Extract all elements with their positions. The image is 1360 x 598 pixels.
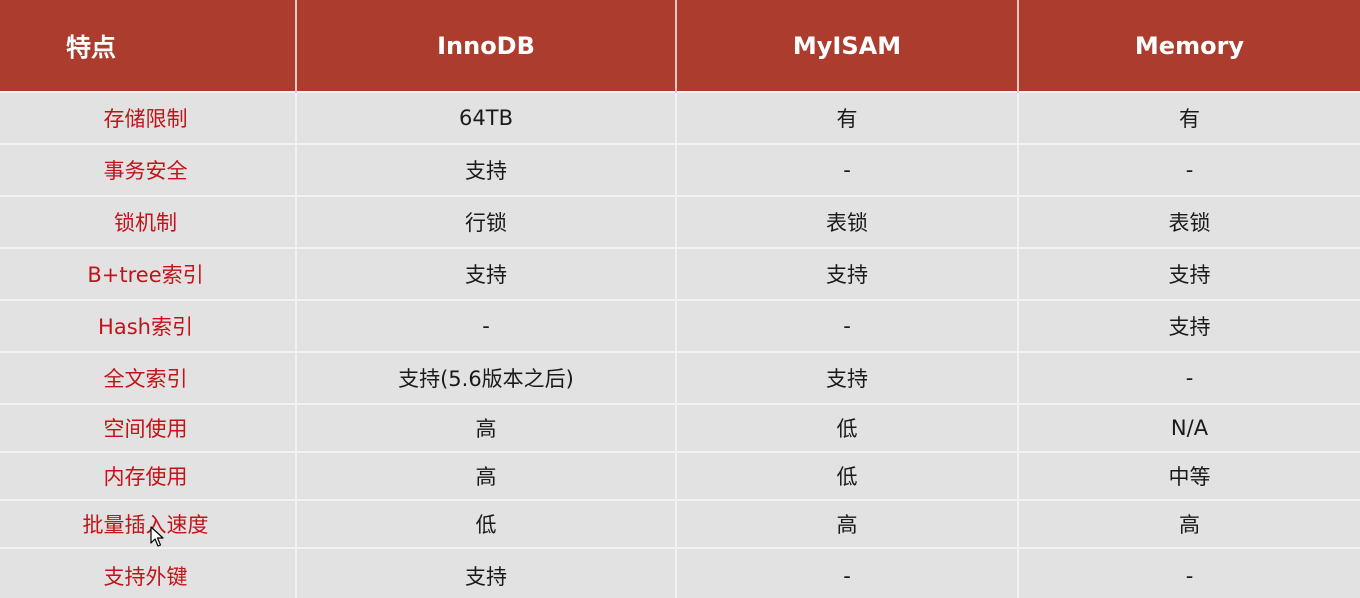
- table-row: 支持外键 支持 - -: [0, 547, 1360, 598]
- memory-cell: 支持: [1018, 247, 1360, 300]
- innodb-cell: 支持(5.6版本之后): [296, 351, 677, 404]
- feature-cell: 存储限制: [0, 91, 297, 144]
- myisam-cell: 低: [676, 403, 1019, 452]
- table-row: 锁机制 行锁 表锁 表锁: [0, 195, 1360, 248]
- table-row: 存储限制 64TB 有 有: [0, 91, 1360, 144]
- comparison-slide: 特点 InnoDB MyISAM Memory 存储限制 64TB 有 有 事务…: [0, 0, 1360, 598]
- myisam-cell: 支持: [676, 351, 1019, 404]
- table-row: 批量插入速度 低 高 高: [0, 499, 1360, 548]
- myisam-cell: -: [676, 299, 1019, 352]
- table-row: 全文索引 支持(5.6版本之后) 支持 -: [0, 351, 1360, 404]
- innodb-cell: 低: [296, 499, 677, 548]
- table-row: 内存使用 高 低 中等: [0, 451, 1360, 500]
- memory-cell: 有: [1018, 91, 1360, 144]
- feature-cell: 批量插入速度: [0, 499, 297, 548]
- innodb-cell: 高: [296, 451, 677, 500]
- table-header: 特点 InnoDB MyISAM Memory: [0, 0, 1360, 92]
- header-row: 特点 InnoDB MyISAM Memory: [0, 0, 1360, 92]
- feature-cell: 事务安全: [0, 143, 297, 196]
- table-row: 空间使用 高 低 N/A: [0, 403, 1360, 452]
- memory-cell: -: [1018, 351, 1360, 404]
- feature-cell: B+tree索引: [0, 247, 297, 300]
- memory-cell: 中等: [1018, 451, 1360, 500]
- myisam-cell: 有: [676, 91, 1019, 144]
- myisam-cell: -: [676, 143, 1019, 196]
- table-row: B+tree索引 支持 支持 支持: [0, 247, 1360, 300]
- header-memory: Memory: [1018, 0, 1360, 92]
- innodb-cell: 支持: [296, 547, 677, 598]
- table-body: 存储限制 64TB 有 有 事务安全 支持 - - 锁机制 行锁 表锁 表锁 B…: [0, 91, 1360, 598]
- storage-engine-comparison-table: 特点 InnoDB MyISAM Memory 存储限制 64TB 有 有 事务…: [0, 0, 1360, 598]
- innodb-cell: 64TB: [296, 91, 677, 144]
- header-feature: 特点: [0, 0, 297, 92]
- table-row: 事务安全 支持 - -: [0, 143, 1360, 196]
- memory-cell: 表锁: [1018, 195, 1360, 248]
- table-row: Hash索引 - - 支持: [0, 299, 1360, 352]
- feature-cell: 支持外键: [0, 547, 297, 598]
- innodb-cell: 支持: [296, 247, 677, 300]
- feature-cell: 内存使用: [0, 451, 297, 500]
- feature-cell: Hash索引: [0, 299, 297, 352]
- innodb-cell: 支持: [296, 143, 677, 196]
- mouse-pointer-icon: [150, 526, 164, 547]
- memory-cell: 支持: [1018, 299, 1360, 352]
- feature-cell: 锁机制: [0, 195, 297, 248]
- innodb-cell: 行锁: [296, 195, 677, 248]
- memory-cell: 高: [1018, 499, 1360, 548]
- myisam-cell: 表锁: [676, 195, 1019, 248]
- myisam-cell: -: [676, 547, 1019, 598]
- memory-cell: -: [1018, 143, 1360, 196]
- memory-cell: N/A: [1018, 403, 1360, 452]
- header-myisam: MyISAM: [676, 0, 1019, 92]
- feature-cell: 全文索引: [0, 351, 297, 404]
- myisam-cell: 高: [676, 499, 1019, 548]
- innodb-cell: -: [296, 299, 677, 352]
- header-innodb: InnoDB: [296, 0, 677, 92]
- innodb-cell: 高: [296, 403, 677, 452]
- memory-cell: -: [1018, 547, 1360, 598]
- feature-cell: 空间使用: [0, 403, 297, 452]
- myisam-cell: 低: [676, 451, 1019, 500]
- myisam-cell: 支持: [676, 247, 1019, 300]
